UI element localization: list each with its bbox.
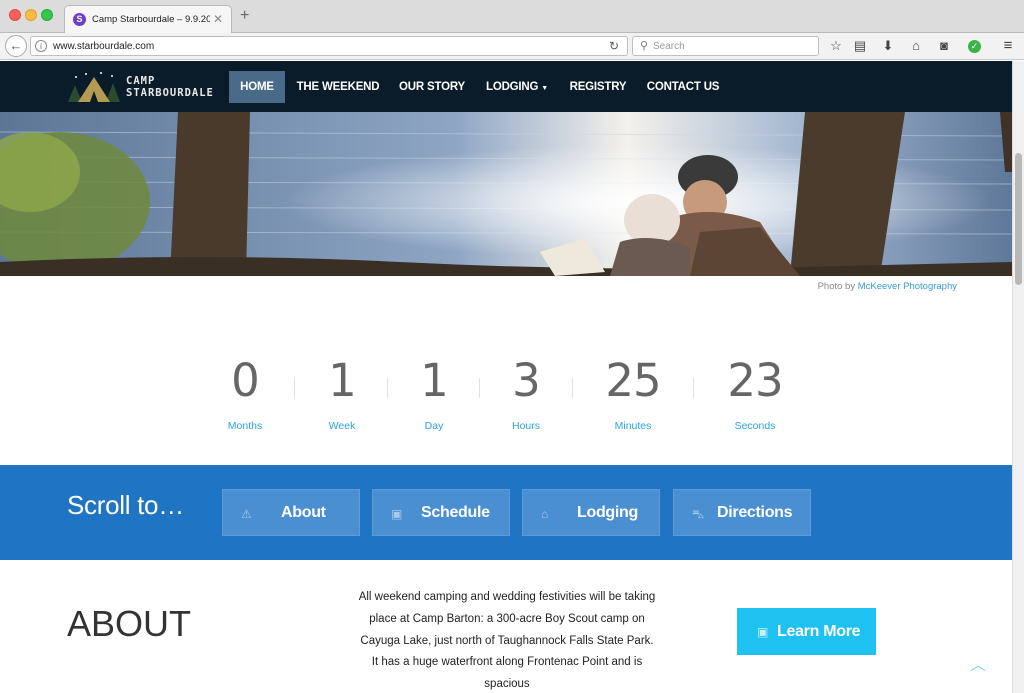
countdown-divider [387,378,388,398]
countdown-divider [479,378,480,398]
scroll-to-title: Scroll to… [67,490,184,520]
countdown-minutes: 25 Minutes [593,354,673,433]
countdown-label: Months [227,420,263,432]
reading-list-icon[interactable]: ▤ [852,38,868,54]
back-arrow-icon: ← [9,38,23,53]
tab-close-icon[interactable]: ✕ [213,12,223,26]
home-icon: ⌂ [541,507,548,521]
countdown-timer: 0 Months 1 Week 1 Day 3 Hours 25 Minutes… [0,356,1012,446]
countdown-value: 1 [328,354,357,407]
search-icon: ⚲ [640,40,649,52]
countdown-value: 23 [727,354,783,407]
menu-icon[interactable]: ≡ [1000,38,1016,54]
car-icon: ⛍ [692,507,705,521]
countdown-divider [693,378,694,398]
back-button[interactable]: ← [5,35,27,57]
home-icon[interactable]: ⌂ [908,38,924,54]
browser-nav-bar: ← i www.starbourdale.com ↻ ⚲ ☆ ▤ ⬇ ⌂ ◙ ✓… [0,33,1024,60]
web-page: CAMP STARBOURDALE HOME THE WEEKEND OUR S… [0,61,1012,693]
browser-tab-active[interactable]: S Camp Starbourdale – 9.9.2017 ✕ [64,5,232,33]
scrollbar-thumb[interactable] [1015,153,1022,285]
download-icon[interactable]: ⬇ [880,38,896,54]
star-icon[interactable]: ☆ [828,38,844,54]
page-scrollbar[interactable] [1012,61,1024,693]
lake-couple-image [0,112,1012,276]
countdown-weeks: 1 Week [312,354,372,433]
photo-credit-link[interactable]: McKeever Photography [858,281,957,292]
nav-our-story[interactable]: OUR STORY [395,71,469,103]
countdown-value: 0 [231,354,260,407]
countdown-hours: 3 Hours [496,354,556,433]
countdown-value: 25 [605,354,661,407]
photo-credit: Photo by McKeever Photography [817,281,957,292]
pocket-icon[interactable]: ◙ [936,38,952,54]
calendar-icon: ▣ [757,625,769,639]
warning-icon: ⚠ [241,507,252,521]
window-close-button[interactable] [9,9,21,21]
calendar-icon: ▣ [391,507,403,521]
url-text[interactable]: www.starbourdale.com [53,41,154,52]
countdown-months: 0 Months [215,354,275,433]
scroll-lodging-button[interactable]: ⌂ Lodging [522,489,660,536]
countdown-label: Seconds [734,420,776,432]
address-bar[interactable]: i www.starbourdale.com ↻ [30,36,628,56]
search-box[interactable]: ⚲ [632,36,819,56]
page-info-icon[interactable]: i [35,40,47,52]
site-favicon-icon: S [73,13,86,26]
nav-lodging[interactable]: LODGING ▼ [480,71,554,103]
nav-registry[interactable]: REGISTRY [566,71,630,103]
site-logo[interactable]: CAMP STARBOURDALE [68,71,218,103]
scroll-directions-button[interactable]: ⛍ Directions [673,489,811,536]
countdown-value: 1 [420,354,449,407]
reload-icon[interactable]: ↻ [609,39,619,53]
scroll-to-band: Scroll to… ⚠ About ▣ Schedule ⌂ Lodging … [0,465,1012,560]
nav-home[interactable]: HOME [229,71,285,103]
countdown-label: Week [328,420,356,432]
new-tab-button[interactable]: + [240,8,249,24]
scroll-about-button[interactable]: ⚠ About [222,489,360,536]
window-zoom-button[interactable] [41,9,53,21]
tent-logo-icon [68,72,120,102]
countdown-label: Day [424,420,444,432]
site-header: CAMP STARBOURDALE HOME THE WEEKEND OUR S… [0,61,1012,112]
about-heading: ABOUT [67,603,192,644]
nav-contact-us[interactable]: CONTACT US [642,71,724,103]
countdown-value: 3 [512,354,541,407]
status-ok-icon[interactable]: ✓ [968,40,981,53]
back-to-top-icon[interactable]: ︿ [970,651,986,675]
countdown-days: 1 Day [404,354,464,433]
scroll-schedule-button[interactable]: ▣ Schedule [372,489,510,536]
countdown-label: Hours [511,420,540,432]
browser-tab-bar: S Camp Starbourdale – 9.9.2017 ✕ + [0,0,1024,33]
hero-photo [0,112,1012,276]
about-body-text: All weekend camping and wedding festivit… [358,591,656,691]
nav-the-weekend[interactable]: THE WEEKEND [293,71,383,103]
search-input[interactable] [653,39,813,54]
caret-down-icon: ▼ [541,85,548,92]
window-minimize-button[interactable] [25,9,37,21]
countdown-label: Minutes [614,420,652,432]
logo-text: CAMP STARBOURDALE [126,75,214,99]
tab-title: Camp Starbourdale – 9.9.2017 [92,14,210,25]
countdown-divider [294,378,295,398]
learn-more-button[interactable]: ▣ Learn More [737,608,876,655]
countdown-seconds: 23 Seconds [715,354,795,433]
countdown-divider [572,378,573,398]
